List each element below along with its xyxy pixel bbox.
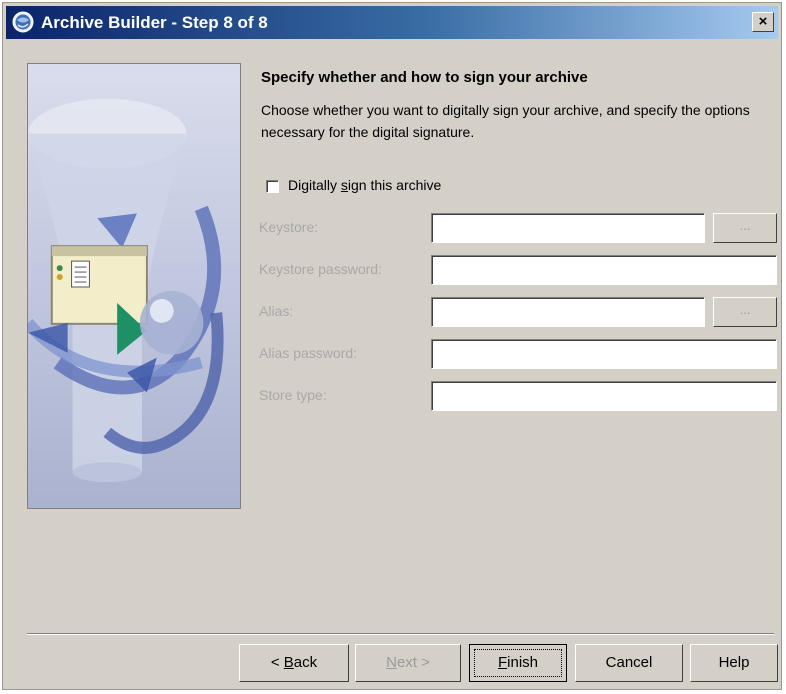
keystore-label: Keystore: [259,219,319,235]
button-separator [27,633,774,635]
wizard-illustration [27,63,241,509]
keystore-password-label: Keystore password: [259,261,382,277]
finish-button[interactable]: Finish [469,644,567,682]
app-globe-icon [12,11,34,33]
title-bar[interactable]: Archive Builder - Step 8 of 8 × [6,6,778,39]
next-button[interactable]: Next > [355,644,461,682]
keystore-password-input[interactable] [431,255,777,285]
page-description: Choose whether you want to digitally sig… [261,102,750,140]
close-icon: × [758,13,768,30]
page-heading: Specify whether and how to sign your arc… [261,69,588,86]
window-title: Archive Builder - Step 8 of 8 [41,13,268,32]
archive-builder-dialog: Archive Builder - Step 8 of 8 × Specify … [2,2,782,690]
store-type-label: Store type: [259,387,327,403]
keystore-browse-button[interactable]: ... [713,213,777,243]
close-button[interactable]: × [752,12,774,32]
sign-archive-label[interactable]: Digitally sign this archive [288,177,441,193]
keystore-input[interactable] [431,213,705,243]
cancel-button[interactable]: Cancel [575,644,683,682]
alias-input[interactable] [431,297,705,327]
alias-browse-button[interactable]: ... [713,297,777,327]
back-button[interactable]: < Back [239,644,349,682]
help-button[interactable]: Help [690,644,778,682]
alias-password-label: Alias password: [259,345,358,361]
store-type-input[interactable] [431,381,777,411]
alias-password-input[interactable] [431,339,777,369]
sign-archive-checkbox[interactable] [266,180,279,193]
alias-label: Alias: [259,303,294,319]
